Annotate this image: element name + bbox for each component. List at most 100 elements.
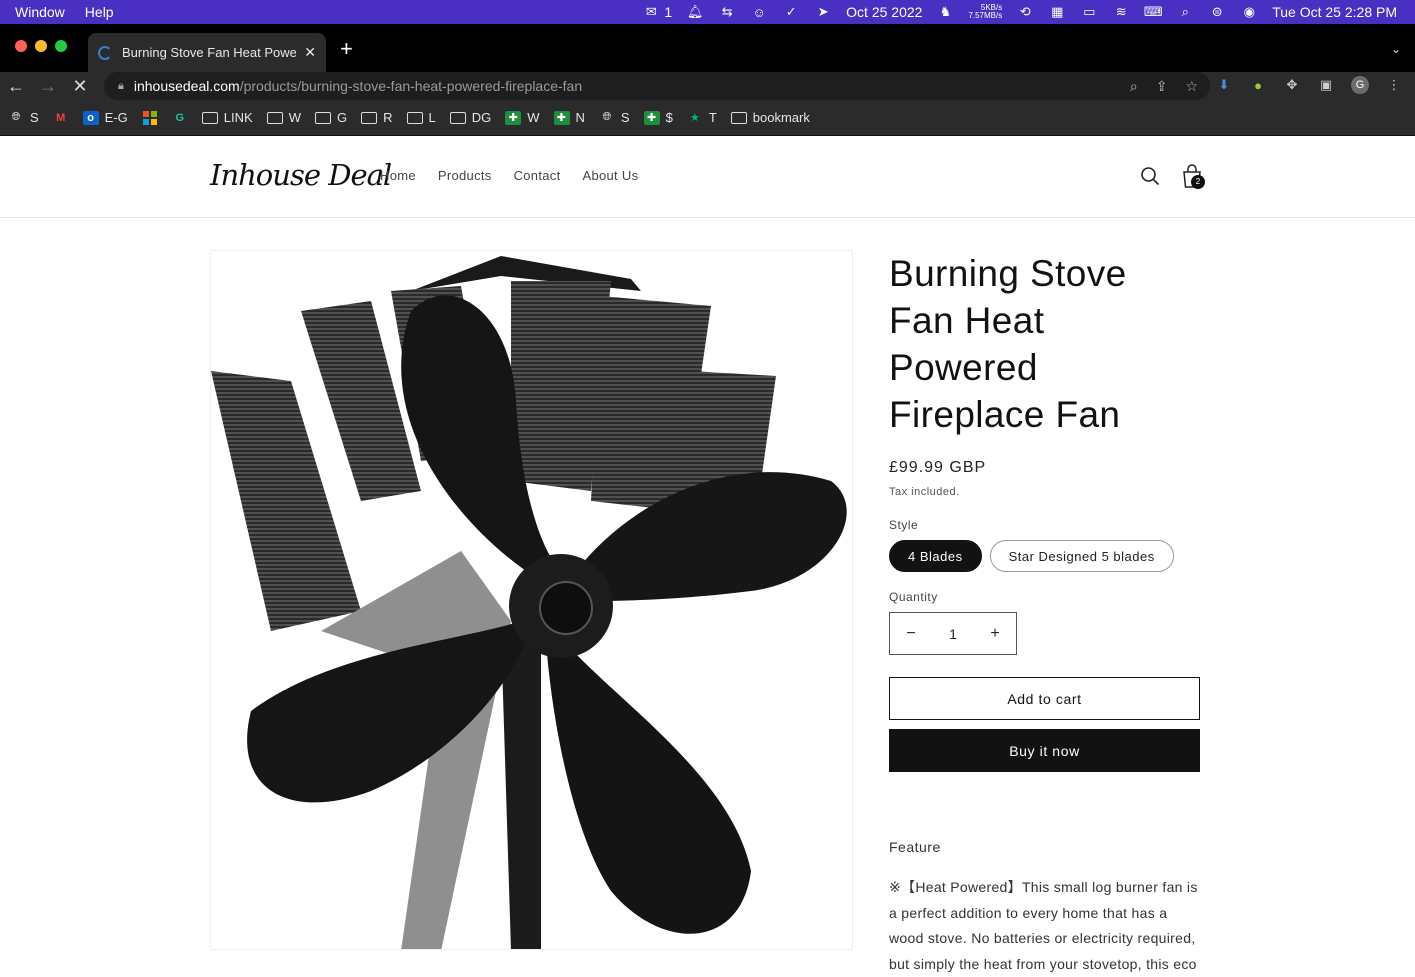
menu-help[interactable]: Help bbox=[85, 4, 114, 20]
menubar-date[interactable]: Oct 25 2022 bbox=[846, 4, 922, 20]
side-panel-icon[interactable]: ▣ bbox=[1317, 76, 1335, 94]
bell-icon[interactable]: 🔔︎ bbox=[686, 4, 704, 20]
window-controls bbox=[15, 40, 67, 52]
product-image[interactable] bbox=[210, 250, 853, 950]
pointer-icon[interactable]: ➤ bbox=[814, 4, 832, 20]
extensions-puzzle-icon[interactable]: ✥ bbox=[1283, 76, 1301, 94]
buy-it-now-button[interactable]: Buy it now bbox=[889, 729, 1200, 772]
bookmark-label: DG bbox=[471, 110, 492, 125]
bookmark-folder[interactable]: L bbox=[406, 110, 436, 125]
close-tab-icon[interactable]: ✕ bbox=[304, 44, 316, 61]
globe-icon: 🌐︎ bbox=[602, 111, 612, 123]
cat-icon[interactable]: ♞ bbox=[936, 4, 954, 20]
bookmark-item[interactable]: M bbox=[53, 111, 69, 125]
new-tab-button[interactable]: + bbox=[340, 38, 353, 60]
bookmark-folder[interactable]: R bbox=[361, 110, 393, 125]
folder-icon bbox=[314, 111, 331, 124]
product-info: Burning Stove Fan Heat Powered Fireplace… bbox=[889, 250, 1201, 977]
style-label: Style bbox=[889, 518, 919, 532]
search-icon[interactable] bbox=[1140, 166, 1160, 186]
browser-tabstrip: Burning Stove Fan Heat Powered Fireplace… bbox=[0, 24, 1415, 72]
stop-loading-button[interactable]: ✕ bbox=[64, 76, 96, 97]
mac-menubar: Window Help ✉ 1 🔔︎ ⇆ ☺ ✓ ➤ Oct 25 2022 ♞… bbox=[0, 0, 1415, 24]
feature-heading: Feature bbox=[889, 839, 941, 855]
address-bar[interactable]: 🔒︎ inhousedeal.com/products/burning-stov… bbox=[104, 72, 1210, 100]
zoom-window-button[interactable] bbox=[55, 40, 67, 52]
add-to-cart-button[interactable]: Add to cart bbox=[889, 677, 1200, 720]
menubar-datetime[interactable]: Tue Oct 25 2:28 PM bbox=[1272, 4, 1397, 20]
forward-button[interactable]: → bbox=[32, 76, 64, 97]
nav-contact[interactable]: Contact bbox=[514, 168, 561, 183]
product-title: Burning Stove Fan Heat Powered Fireplace… bbox=[889, 253, 1127, 435]
bookmark-label: L bbox=[428, 110, 436, 125]
quantity-input[interactable]: 1 bbox=[949, 626, 957, 642]
site-logo[interactable]: Inhouse Deal bbox=[210, 158, 392, 192]
style-option-star-5-blades[interactable]: Star Designed 5 blades bbox=[989, 540, 1174, 572]
bookmark-star-icon[interactable]: ☆ bbox=[1185, 78, 1198, 95]
bookmark-label: G bbox=[336, 110, 348, 125]
browser-toolbar: ← → ✕ 🔒︎ inhousedeal.com/products/burnin… bbox=[0, 72, 1415, 100]
bookmark-item[interactable]: ✚ W bbox=[505, 110, 540, 125]
menu-window[interactable]: Window bbox=[15, 4, 65, 20]
bookmark-label: W bbox=[527, 110, 540, 125]
green-plus-icon: ✚ bbox=[643, 110, 660, 125]
tab-search-chevron-icon[interactable]: ⌄ bbox=[1391, 42, 1401, 56]
style-option-4-blades[interactable]: 4 Blades bbox=[889, 540, 982, 572]
extension-circle-icon[interactable]: ● bbox=[1249, 76, 1267, 94]
product-price: £99.99 GBP bbox=[889, 459, 987, 476]
site-header: Inhouse Deal Home Products Contact About… bbox=[0, 136, 1415, 218]
close-window-button[interactable] bbox=[15, 40, 27, 52]
folder-icon bbox=[449, 111, 466, 124]
bookmark-item[interactable]: ★ T bbox=[687, 110, 717, 125]
decrease-quantity-button[interactable]: − bbox=[904, 625, 918, 643]
download-extension-icon[interactable]: ⬇ bbox=[1215, 76, 1233, 94]
bookmark-item[interactable]: ✚ N bbox=[553, 110, 585, 125]
wifi-icon[interactable]: ≋ bbox=[1112, 4, 1130, 20]
battery-icon[interactable]: ▭ bbox=[1080, 4, 1098, 20]
bookmark-item[interactable] bbox=[142, 110, 158, 125]
time-machine-icon[interactable]: ⟲ bbox=[1016, 4, 1034, 20]
bookmark-folder[interactable]: W bbox=[266, 110, 301, 125]
minimize-window-button[interactable] bbox=[35, 40, 47, 52]
nav-about-us[interactable]: About Us bbox=[583, 168, 639, 183]
increase-quantity-button[interactable]: + bbox=[988, 625, 1002, 643]
siri-icon[interactable]: ◉ bbox=[1240, 4, 1258, 20]
bookmark-item[interactable]: 🌐︎ S bbox=[8, 110, 39, 125]
bookmark-label: S bbox=[620, 110, 630, 125]
nav-products[interactable]: Products bbox=[438, 168, 492, 183]
wechat-count: 1 bbox=[664, 4, 673, 20]
bookmark-label: R bbox=[383, 110, 393, 125]
green-plus-icon: ✚ bbox=[505, 110, 522, 125]
bookmark-label: N bbox=[575, 110, 585, 125]
spotlight-search-icon[interactable]: ⌕ bbox=[1176, 4, 1194, 20]
lock-icon[interactable]: 🔒︎ bbox=[118, 80, 124, 93]
active-tab[interactable]: Burning Stove Fan Heat Powered Fireplace… bbox=[88, 33, 326, 72]
bookmark-label: W bbox=[288, 110, 301, 125]
bookmarks-bar: 🌐︎ S M o E-G G LINK W G R L DG ✚ W ✚ N 🌐︎ S ✚… bbox=[0, 100, 1415, 136]
main-nav: Home Products Contact About Us bbox=[380, 168, 638, 183]
control-center-icon[interactable]: ⊜ bbox=[1208, 4, 1226, 20]
us-flag-icon[interactable]: ▦ bbox=[1048, 4, 1066, 20]
back-button[interactable]: ← bbox=[0, 76, 32, 97]
app-face-icon[interactable]: ☺ bbox=[750, 4, 768, 20]
browser-menu-icon[interactable]: ⋮ bbox=[1385, 76, 1403, 94]
tab-title: Burning Stove Fan Heat Powered Fireplace… bbox=[122, 45, 297, 60]
bookmark-folder[interactable]: G bbox=[314, 110, 348, 125]
teamviewer-icon[interactable]: ⇆ bbox=[718, 4, 736, 20]
bookmark-folder[interactable]: DG bbox=[449, 110, 492, 125]
bookmark-item[interactable]: 🌐︎ S bbox=[599, 110, 630, 125]
zoom-icon[interactable]: ⌕ bbox=[1130, 78, 1138, 95]
bookmark-folder[interactable]: bookmark bbox=[730, 110, 810, 125]
network-speed: 5KB/s 7.57MB/s bbox=[968, 4, 1002, 20]
bookmark-folder[interactable]: LINK bbox=[201, 110, 253, 125]
bookmark-item[interactable]: G bbox=[172, 111, 188, 125]
bookmark-item[interactable]: ✚ $ bbox=[643, 110, 673, 125]
keyboard-icon[interactable]: ⌨ bbox=[1144, 4, 1163, 20]
bookmark-item[interactable]: o E-G bbox=[82, 110, 128, 125]
profile-avatar[interactable]: G bbox=[1351, 76, 1369, 94]
globe-icon: 🌐︎ bbox=[11, 111, 21, 123]
nav-home[interactable]: Home bbox=[380, 168, 416, 183]
wechat-icon[interactable]: ✉ bbox=[642, 4, 660, 20]
share-icon[interactable]: ⇪ bbox=[1156, 78, 1168, 95]
checklist-icon[interactable]: ✓ bbox=[782, 4, 800, 20]
